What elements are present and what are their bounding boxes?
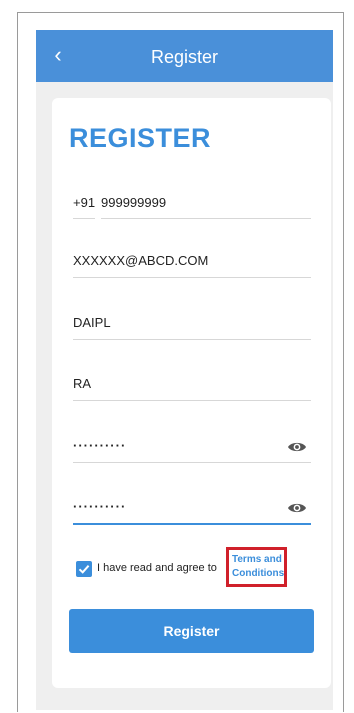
role-input[interactable]: RA: [73, 370, 311, 401]
password-value: ··········: [73, 438, 127, 453]
password-input[interactable]: ··········: [73, 432, 311, 463]
app-bar: ‹ Register: [36, 30, 333, 82]
confirm-password-input[interactable]: ··········: [73, 493, 311, 525]
agree-label: I have read and agree to: [97, 562, 217, 574]
form-heading: REGISTER: [69, 123, 212, 153]
role-value: RA: [73, 376, 92, 391]
register-button[interactable]: Register: [69, 609, 314, 653]
company-input[interactable]: DAIPL: [73, 309, 311, 340]
check-icon: [78, 565, 90, 574]
company-value: DAIPL: [73, 315, 111, 330]
email-value: XXXXXX@ABCD.COM: [73, 253, 209, 268]
confirm-password-value: ··········: [73, 499, 127, 514]
terms-link[interactable]: Terms and Conditions: [232, 553, 284, 581]
terms-highlight-box: Terms and Conditions: [226, 547, 287, 587]
register-card: REGISTER +91 999999999 XXXXXX@ABCD.COM D…: [52, 98, 331, 688]
agree-checkbox[interactable]: [76, 561, 92, 577]
eye-icon[interactable]: [287, 501, 307, 515]
app-screen: ‹ Register REGISTER +91 999999999 XXXXXX…: [36, 30, 333, 710]
phone-input[interactable]: 999999999: [101, 189, 311, 219]
country-code-input[interactable]: +91: [73, 189, 95, 219]
agree-row: I have read and agree to Terms and Condi…: [76, 547, 316, 591]
email-input[interactable]: XXXXXX@ABCD.COM: [73, 247, 311, 278]
phone-field: +91 999999999: [73, 189, 311, 219]
eye-icon[interactable]: [287, 440, 307, 454]
app-bar-title: Register: [150, 47, 219, 67]
